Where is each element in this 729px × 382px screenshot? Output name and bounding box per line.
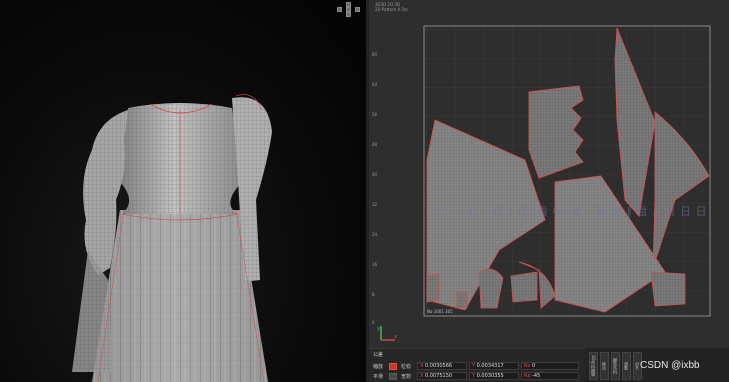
- tool-button[interactable]: 翻转布料: [611, 352, 620, 380]
- x-value: 0.0075150: [425, 373, 453, 379]
- pattern-board-svg: [423, 25, 711, 317]
- axis-label: X: [420, 373, 424, 379]
- 3d-viewport[interactable]: [0, 0, 366, 382]
- tool-button[interactable]: 移动: [600, 352, 609, 380]
- y-value-field[interactable]: Y 0.0034317: [469, 362, 519, 370]
- pattern-piece-sleeve-cuff: [528, 85, 584, 179]
- rotation-value: 0: [532, 363, 536, 369]
- pattern-piece-small: [510, 271, 538, 303]
- axis-label: Y: [472, 373, 476, 379]
- csdn-watermark: CSDN @ixbb: [640, 360, 700, 371]
- axis-y-label: y: [377, 326, 380, 332]
- x-value-field[interactable]: X 0.0030566: [417, 362, 467, 370]
- 2d-pattern-viewport[interactable]: 3D3D 2D 3D 2D Pattern 0.5m 80 64 56 48 4…: [369, 0, 729, 348]
- axis-label: X: [420, 363, 424, 369]
- property-panel: 公差 缩放 粒稳 X 0.0030566 Y 0.0034317 Rx 0 平滑…: [369, 348, 585, 382]
- axis-label: Rx: [524, 373, 531, 379]
- axis-label: Y: [472, 363, 476, 369]
- garment-3d-model: [72, 94, 272, 382]
- property-row-scale: 缩放 粒稳 X 0.0030566 Y 0.0034317 Rx 0: [371, 362, 583, 371]
- overlay-watermark-text: 学尔 · 了 ∷ 在 ∥ 你, 看 中, 我 · 看 关 ∥ 看 ∧ 日 日 日: [430, 205, 707, 218]
- y-value: 0.0030355: [476, 373, 504, 379]
- row-label: 缩放: [373, 364, 384, 370]
- panel-title: 公差: [373, 352, 384, 358]
- board-label: No 1001 305: [427, 309, 453, 314]
- x-value-field[interactable]: X 0.0075150: [417, 372, 467, 380]
- rotation-field[interactable]: Rx -45: [521, 372, 579, 380]
- row-sublabel: 宽数: [401, 374, 412, 380]
- tool-button[interactable]: 3D布料编辑: [589, 352, 598, 380]
- axis-x-label: x: [394, 334, 397, 340]
- x-value: 0.0030566: [425, 363, 453, 369]
- axis-gizmo-icon: y x: [377, 322, 399, 348]
- pattern-piece-small: [650, 271, 686, 307]
- pattern-piece-small: [456, 291, 468, 309]
- pattern-piece-small: [426, 273, 440, 303]
- rotation-field[interactable]: Rx 0: [521, 362, 579, 370]
- toggle-icon[interactable]: [389, 373, 397, 380]
- property-row-smooth: 平滑 宽数 X 0.0075150 Y 0.0030355 Rx -45: [371, 372, 583, 381]
- axis-label: Rx: [524, 363, 531, 369]
- lock-icon[interactable]: [389, 363, 397, 370]
- row-sublabel: 粒稳: [401, 364, 412, 370]
- rotation-value: -45: [532, 373, 541, 379]
- y-value: 0.0034317: [476, 363, 504, 369]
- tool-button[interactable]: 调整: [622, 352, 631, 380]
- row-label: 平滑: [373, 374, 384, 380]
- navigation-cube-icon[interactable]: [337, 2, 361, 18]
- y-value-field[interactable]: Y 0.0030355: [469, 372, 519, 380]
